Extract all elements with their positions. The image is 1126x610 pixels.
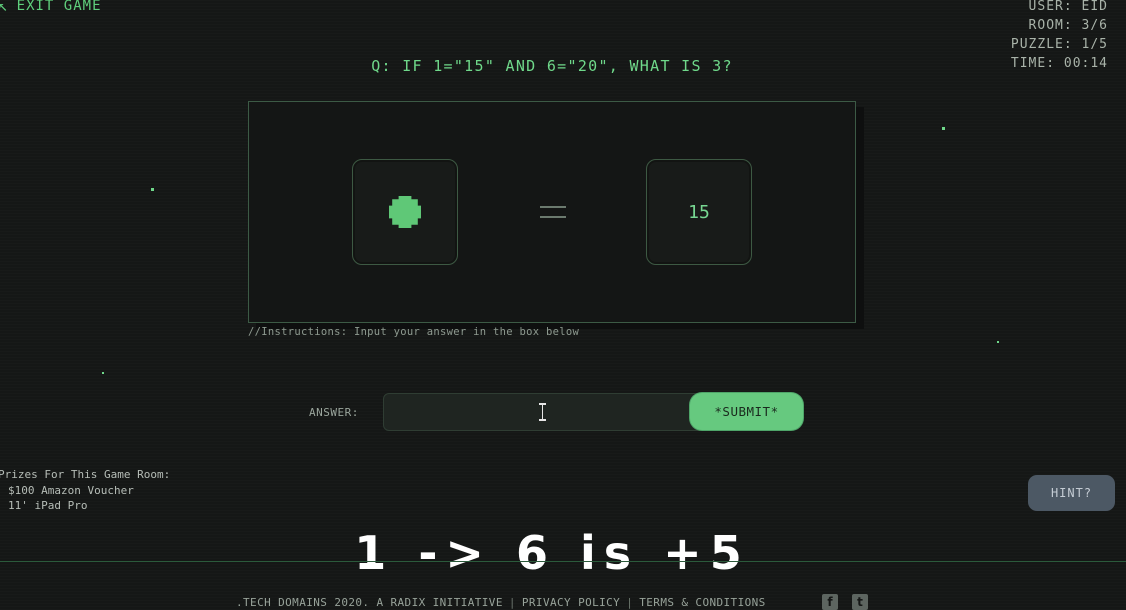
- submit-button[interactable]: *SUBMIT*: [690, 393, 803, 430]
- footer-separator: |: [508, 596, 516, 609]
- video-caption: 1 -> 6 is +5: [354, 526, 750, 580]
- question-text: Q: IF 1="15" AND 6="20", WHAT IS 3?: [371, 57, 733, 75]
- star-dot: [997, 341, 999, 343]
- exit-game-link[interactable]: ↖ EXIT GAME: [0, 0, 102, 15]
- answer-label: ANSWER:: [309, 406, 359, 419]
- terms-link[interactable]: TERMS & CONDITIONS: [639, 596, 765, 609]
- pixel-dot-icon: [389, 196, 421, 228]
- equals-icon: [540, 206, 566, 226]
- footer: .TECH DOMAINS 2020. A RADIX INITIATIVE | P…: [236, 596, 766, 609]
- back-arrow-icon: ↖: [0, 0, 9, 15]
- star-dot: [151, 188, 154, 191]
- facebook-icon[interactable]: f: [822, 594, 838, 610]
- prizes-heading: Prizes For This Game Room:: [0, 468, 171, 481]
- exit-game-label: EXIT GAME: [16, 0, 102, 14]
- user-stat: USER: EID: [1028, 0, 1108, 14]
- copyright-text: .TECH DOMAINS 2020. A RADIX INITIATIVE: [236, 596, 503, 609]
- twitter-icon[interactable]: t: [852, 594, 868, 610]
- prizes-list: Prizes For This Game Room: $100 Amazon V…: [0, 467, 170, 514]
- prize-item: $100 Amazon Voucher: [8, 483, 134, 497]
- star-dot: [942, 127, 945, 130]
- tile-value: 15: [688, 201, 710, 223]
- footer-divider: [0, 561, 1126, 562]
- footer-separator: |: [626, 596, 634, 609]
- puzzle-panel: 15: [248, 101, 856, 323]
- puzzle-stat: PUZZLE: 1/5: [1010, 37, 1108, 52]
- prize-item: 11' iPad Pro: [8, 499, 88, 512]
- instructions-text: //Instructions: Input your answer in the…: [248, 326, 580, 338]
- privacy-policy-link[interactable]: PRIVACY POLICY: [522, 596, 620, 609]
- puzzle-tile-left: [352, 159, 458, 265]
- room-stat: ROOM: 3/6: [1028, 18, 1108, 33]
- text-cursor-icon: [538, 403, 547, 421]
- hint-button[interactable]: HINT?: [1028, 475, 1115, 511]
- star-dot: [102, 372, 104, 374]
- puzzle-tile-right: 15: [646, 159, 752, 265]
